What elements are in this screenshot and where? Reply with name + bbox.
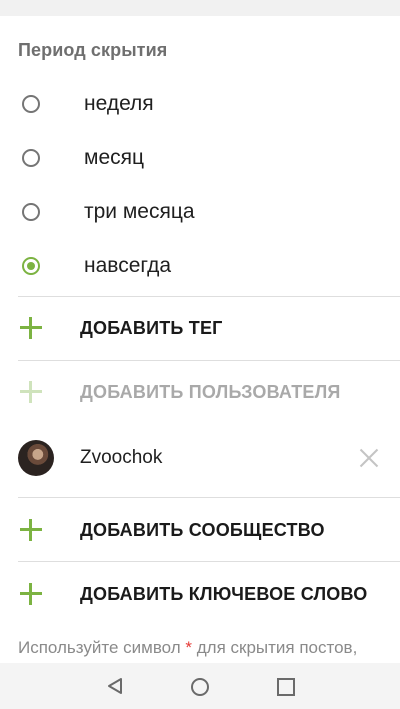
nav-recent-icon[interactable] <box>277 678 295 696</box>
plus-icon <box>20 317 42 339</box>
top-strip <box>0 0 400 16</box>
divider <box>18 296 400 297</box>
hint-text: Используйте символ * для скрытия постов, <box>18 638 357 658</box>
system-navigation-bar <box>0 663 400 709</box>
divider <box>18 497 400 498</box>
add-tag-button[interactable]: ДОБАВИТЬ ТЕГ <box>0 298 400 358</box>
plus-icon <box>20 519 42 541</box>
nav-home-icon[interactable] <box>191 678 209 696</box>
radio-label: неделя <box>84 92 154 115</box>
user-list-item: Zvoochok <box>0 428 400 488</box>
user-name: Zvoochok <box>80 447 163 468</box>
radio-option-month[interactable]: месяц <box>0 136 400 180</box>
radio-option-three-months[interactable]: три месяца <box>0 190 400 234</box>
divider <box>18 561 400 562</box>
plus-icon <box>20 381 42 403</box>
add-community-label: ДОБАВИТЬ СООБЩЕСТВО <box>80 519 325 540</box>
radio-label: три месяца <box>84 200 195 223</box>
close-icon[interactable] <box>359 448 379 468</box>
add-community-button[interactable]: ДОБАВИТЬ СООБЩЕСТВО <box>0 500 400 560</box>
section-title: Период скрытия <box>18 40 168 60</box>
plus-icon <box>20 583 42 605</box>
radio-option-forever[interactable]: навсегда <box>0 244 400 288</box>
avatar <box>18 440 54 476</box>
add-keyword-label: ДОБАВИТЬ КЛЮЧЕВОЕ СЛОВО <box>80 583 368 604</box>
add-user-label: ДОБАВИТЬ ПОЛЬЗОВАТЕЛЯ <box>80 381 341 402</box>
radio-button[interactable] <box>22 203 40 221</box>
radio-button-checked[interactable] <box>22 257 40 275</box>
radio-button[interactable] <box>22 149 40 167</box>
add-keyword-button[interactable]: ДОБАВИТЬ КЛЮЧЕВОЕ СЛОВО <box>0 564 400 624</box>
nav-back-icon[interactable] <box>106 677 124 695</box>
hint-text-before: Используйте символ <box>18 638 186 657</box>
add-tag-label: ДОБАВИТЬ ТЕГ <box>80 317 223 338</box>
radio-button[interactable] <box>22 95 40 113</box>
radio-label: месяц <box>84 146 145 169</box>
radio-label: навсегда <box>84 254 172 277</box>
add-user-button[interactable]: ДОБАВИТЬ ПОЛЬЗОВАТЕЛЯ <box>0 362 400 422</box>
divider <box>18 360 400 361</box>
radio-option-week[interactable]: неделя <box>0 82 400 126</box>
hint-text-after: для скрытия постов, <box>192 638 358 657</box>
